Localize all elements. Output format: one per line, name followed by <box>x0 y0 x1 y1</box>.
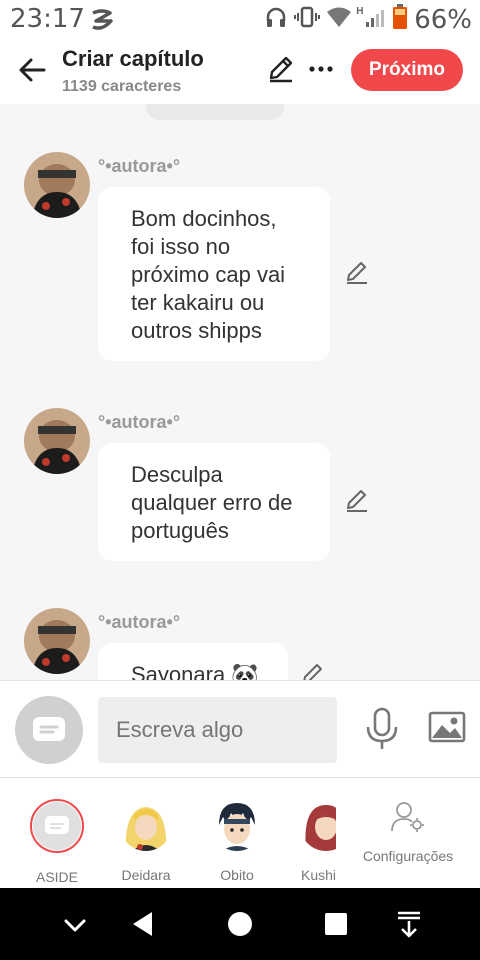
wifi-icon <box>326 6 352 33</box>
message-author: °•autora•° <box>98 156 181 176</box>
battery-icon <box>392 4 408 35</box>
app-notification-icon <box>90 9 114 36</box>
character-deidara[interactable]: Deidara <box>111 799 181 883</box>
image-icon[interactable] <box>428 711 466 748</box>
microphone-icon[interactable] <box>364 707 400 756</box>
avatar[interactable] <box>24 152 90 218</box>
chat-bubble-icon <box>33 717 65 741</box>
character-selector: ASIDE Deidara Obito Kushi Configurações <box>0 779 480 887</box>
vibrate-icon <box>294 5 321 34</box>
avatar[interactable] <box>24 408 90 474</box>
headphones-icon <box>264 5 288 34</box>
aside-toggle-button[interactable] <box>15 696 83 764</box>
status-time: 23:17 <box>10 4 85 34</box>
next-button[interactable]: Próximo <box>351 49 463 91</box>
character-avatar <box>300 799 336 851</box>
app-header: Criar capítulo 1139 caracteres Próximo <box>0 38 480 104</box>
back-arrow-icon[interactable] <box>16 54 48 86</box>
chevron-down-icon[interactable] <box>62 916 88 941</box>
character-count: 1139 caracteres <box>62 78 182 95</box>
home-circle-icon[interactable] <box>226 910 254 943</box>
character-obito[interactable]: Obito <box>202 799 272 883</box>
message-input[interactable] <box>98 697 337 763</box>
user-settings-icon <box>391 802 424 832</box>
composer-bar <box>0 680 480 778</box>
status-bar: 23:17 H 66% <box>0 0 480 38</box>
scroll-pill <box>146 104 284 120</box>
back-triangle-icon[interactable] <box>130 910 156 943</box>
character-kushi[interactable]: Kushi <box>284 799 336 883</box>
notification-pulldown-icon[interactable] <box>396 910 422 943</box>
settings-label: Configurações <box>362 848 454 864</box>
more-options-icon[interactable] <box>306 54 336 89</box>
page-title: Criar capítulo <box>62 46 204 71</box>
character-avatar <box>120 799 172 851</box>
character-aside[interactable]: ASIDE <box>22 799 92 885</box>
message-author: °•autora•° <box>98 412 181 432</box>
edit-message-icon[interactable] <box>300 662 326 680</box>
battery-percent: 66% <box>414 4 472 35</box>
message-bubble[interactable]: Sayonara 🐼 <box>98 643 288 680</box>
chat-area[interactable]: °•autora•° Bom docinhos, foi isso no pró… <box>0 104 480 680</box>
message-bubble[interactable]: Desculpa qualquer erro de português <box>98 443 330 561</box>
edit-message-icon[interactable] <box>344 488 370 519</box>
message-author: °•autora•° <box>98 612 181 632</box>
character-name: Deidara <box>121 867 171 883</box>
message-bubble[interactable]: Bom docinhos, foi isso no próximo cap va… <box>98 187 330 361</box>
edit-pencil-icon[interactable] <box>266 54 296 89</box>
settings-button[interactable]: Configurações <box>358 801 458 864</box>
character-avatar <box>211 799 263 851</box>
character-name: Kushi <box>301 867 336 883</box>
avatar[interactable] <box>24 608 90 674</box>
character-name: Obito <box>220 867 254 883</box>
edit-message-icon[interactable] <box>344 260 370 291</box>
recents-square-icon[interactable] <box>324 912 348 941</box>
signal-icon: H <box>356 6 386 33</box>
chat-bubble-icon <box>45 816 69 834</box>
character-name: ASIDE <box>35 869 78 885</box>
system-navigation-bar <box>0 888 480 960</box>
